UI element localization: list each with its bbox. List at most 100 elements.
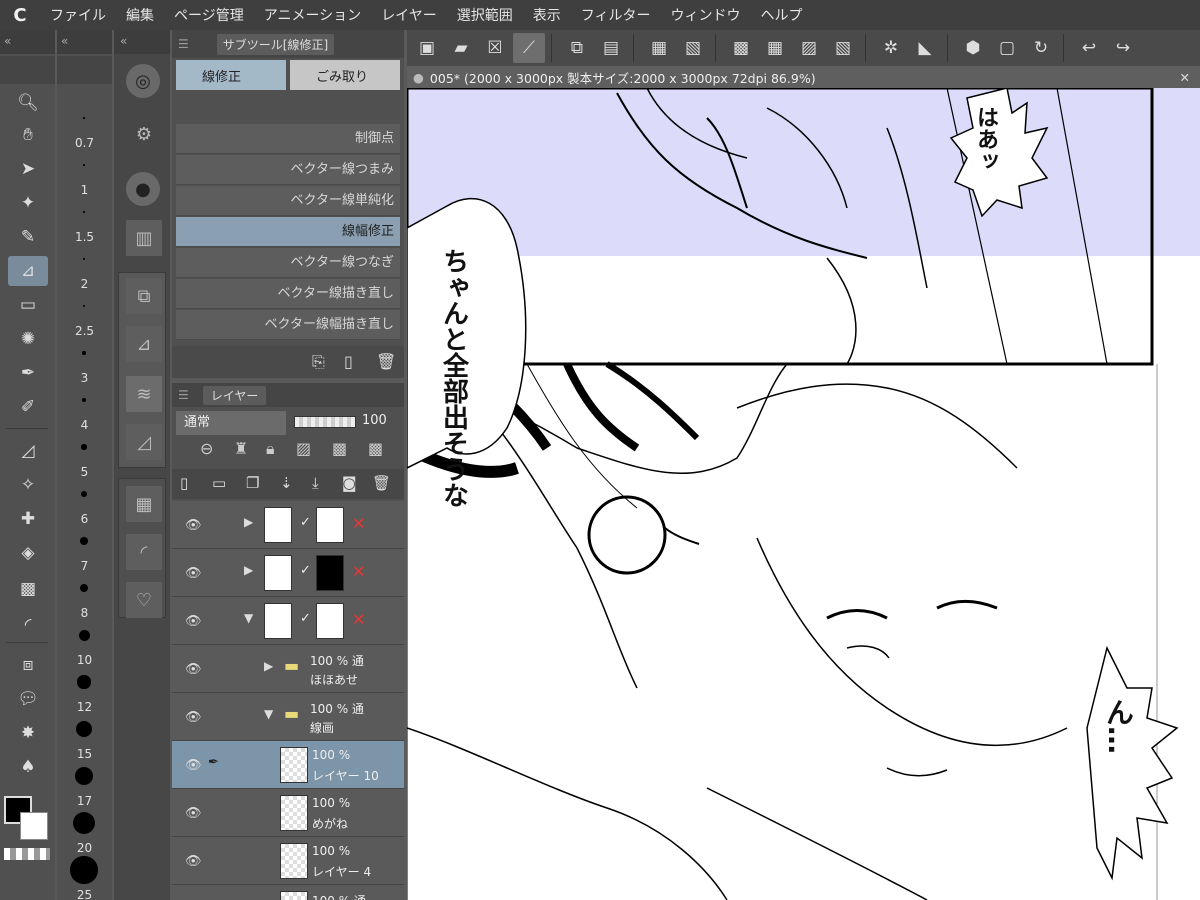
line-correction-tool-icon[interactable]: ⊿ [8, 256, 48, 286]
visibility-eye-icon[interactable]: 👁︎ [185, 662, 202, 677]
expand-arrow-icon[interactable]: ▶ [244, 563, 253, 577]
transparent-color-swatch[interactable] [4, 848, 50, 860]
menu-help[interactable]: ヘルプ [751, 5, 813, 25]
mask-disabled-icon[interactable]: ✕ [352, 514, 365, 533]
canvas[interactable]: はあッ ちゃんと全部 出そうな ん… [407, 88, 1200, 900]
new-vector-layer-icon[interactable]: ▭ [212, 474, 226, 492]
collapse-arrow-icon[interactable]: ▼ [244, 611, 253, 625]
visibility-eye-icon[interactable]: 👁︎ [185, 614, 202, 629]
reference-icon[interactable]: ♜ [234, 439, 248, 458]
layer-property-icon[interactable]: ⧉ [126, 278, 162, 314]
subtool-item-vector-width-redraw[interactable]: ベクター線幅描き直し [176, 310, 400, 340]
delete-layer-icon[interactable]: 🗑︎ [372, 474, 391, 492]
subtool-tab-dust[interactable]: ごみ取り [290, 60, 400, 90]
brush-size-swatch[interactable] [82, 304, 86, 308]
layer-row[interactable]: 👁︎ ▼ ✓ ✕ [172, 597, 404, 645]
burst-line-icon[interactable]: ✸ [8, 718, 48, 748]
brush-size-swatch[interactable] [80, 490, 88, 498]
subtool-item-vector-simplify[interactable]: ベクター線単純化 [176, 186, 400, 216]
mask-disabled-icon[interactable]: ✕ [352, 562, 365, 581]
square-icon[interactable]: ▢ [991, 33, 1023, 63]
new-file-icon[interactable]: ▣ [411, 33, 443, 63]
layer-panel-tab[interactable]: レイヤー [202, 385, 267, 405]
subtool-tab-line-correction[interactable]: 線修正 [176, 60, 286, 90]
lock-icon[interactable]: 🔒︎ [266, 439, 275, 459]
deselect-icon[interactable]: ▦ [759, 33, 791, 63]
menu-filter[interactable]: フィルター [571, 5, 661, 25]
subtool-item-vector-pinch[interactable]: ベクター線つまみ [176, 155, 400, 185]
figure-icon[interactable]: ✚ [8, 504, 48, 534]
close-tab-icon[interactable]: ✕ [1180, 70, 1190, 85]
subtool-icon[interactable]: ⊿ [126, 326, 162, 362]
brush-size-swatch[interactable] [83, 211, 85, 213]
fill-tool-icon[interactable]: ◈ [8, 538, 48, 568]
layer-row[interactable]: 👁︎ ▶ ✓ ✕ [172, 501, 404, 549]
ruler-toggle-icon[interactable]: ▩ [368, 439, 383, 458]
timeline-icon[interactable]: ▦ [126, 486, 162, 522]
brush-size-swatch[interactable] [82, 257, 86, 261]
decoration-icon[interactable]: ✺ [8, 324, 48, 354]
visibility-eye-icon[interactable]: 👁︎ [185, 518, 202, 533]
visibility-eye-icon[interactable]: 👁︎ [185, 710, 202, 725]
layer-row[interactable]: 👁︎ 100 % めがね [172, 789, 404, 837]
pen-icon[interactable]: ✒ [8, 358, 48, 388]
layer-row[interactable]: 👁︎ ▶ ▬ 100 % 通ほほあせ [172, 645, 404, 693]
layer-row[interactable]: 👁︎ ✒ 100 % レイヤー 10 [172, 741, 404, 789]
menu-file[interactable]: ファイル [40, 5, 116, 25]
eyedropper-icon[interactable]: ✎ [8, 222, 48, 252]
vector-tool-icon[interactable]: ⟋ [513, 33, 545, 63]
layer-mask-icon[interactable]: ◙ [342, 474, 357, 492]
select-all-icon[interactable]: ▩ [725, 33, 757, 63]
airbrush-icon[interactable]: ✧ [8, 470, 48, 500]
clear-icon[interactable]: ▦ [643, 33, 675, 63]
new-folder-icon[interactable]: ❐ [246, 474, 259, 492]
document-tab[interactable]: ● 005* (2000 x 3000px 製本サイズ:2000 x 3000p… [407, 66, 1200, 88]
ruler-icon[interactable]: ◣ [909, 33, 941, 63]
mask-disabled-icon[interactable]: ✕ [352, 610, 365, 629]
subtool-item-vector-redraw[interactable]: ベクター線描き直し [176, 279, 400, 309]
redo-icon[interactable]: ↪ [1107, 33, 1139, 63]
mask-enable-icon[interactable]: ▩ [332, 439, 347, 458]
fill-icon[interactable]: ▧ [677, 33, 709, 63]
new-raster-layer-icon[interactable]: ▯ [180, 474, 188, 492]
menu-layer[interactable]: レイヤー [371, 5, 447, 25]
layer-row[interactable]: 👁︎ 100 % レイヤー 4 [172, 837, 404, 885]
layer-row[interactable]: 👁︎100 % 通レイヤー 7 [172, 885, 404, 900]
hand-tool-icon[interactable]: ✋︎ [8, 120, 48, 150]
brush-icon[interactable]: ✐ [8, 392, 48, 422]
app-logo-icon[interactable]: C [0, 0, 40, 30]
material-icon[interactable]: ◜ [126, 534, 162, 570]
brush-size-swatch[interactable] [75, 720, 93, 738]
blend-mode-select[interactable]: 通常 [176, 411, 286, 435]
hexagon-icon[interactable]: ⬢ [957, 33, 989, 63]
clip-icon[interactable]: ⊖ [200, 439, 213, 458]
menu-page-management[interactable]: ページ管理 [164, 5, 254, 25]
brush-size-swatch[interactable] [83, 117, 85, 119]
lock-transparency-icon[interactable]: ▨ [296, 439, 311, 458]
brush-size-swatch[interactable] [77, 675, 91, 689]
auto-select-icon[interactable]: ✦ [8, 188, 48, 218]
invert-selection-icon[interactable]: ▨ [793, 33, 825, 63]
gradient-icon[interactable]: ▩ [8, 574, 48, 604]
subtool-trash-icon[interactable]: 🗑︎ [376, 352, 396, 371]
visibility-eye-icon[interactable]: 👁︎ [185, 854, 202, 869]
expand-arrow-icon[interactable]: ▶ [264, 659, 273, 673]
collapse-arrow-icon[interactable]: ▼ [264, 707, 273, 721]
favorite-icon[interactable]: ♡ [126, 582, 162, 618]
subtool-panel-tab[interactable]: サブツール[線修正] [216, 33, 335, 55]
layer-icon[interactable]: ≋ [126, 376, 162, 412]
open-folder-icon[interactable]: ▰ [445, 33, 477, 63]
brush-size-swatch[interactable] [80, 537, 88, 545]
sub-color-swatch[interactable] [20, 812, 48, 840]
subtool-new-icon[interactable]: ▯ [344, 352, 353, 371]
eraser-icon[interactable]: ▭ [8, 290, 48, 320]
selection-edit-icon[interactable]: ▧ [827, 33, 859, 63]
menu-window[interactable]: ウィンドウ [661, 5, 751, 25]
curve-icon[interactable]: ◜ [8, 610, 48, 640]
menu-animation[interactable]: アニメーション [254, 5, 371, 25]
correction-icon[interactable]: ♠ [8, 752, 48, 782]
subtool-item-control-point[interactable]: 制御点 [176, 124, 400, 154]
layer-row[interactable]: 👁︎ ▶ ✓ ✕ [172, 549, 404, 597]
subtool-item-line-width[interactable]: 線幅修正 [176, 217, 400, 247]
navigator-icon[interactable]: ◎ [126, 64, 160, 98]
